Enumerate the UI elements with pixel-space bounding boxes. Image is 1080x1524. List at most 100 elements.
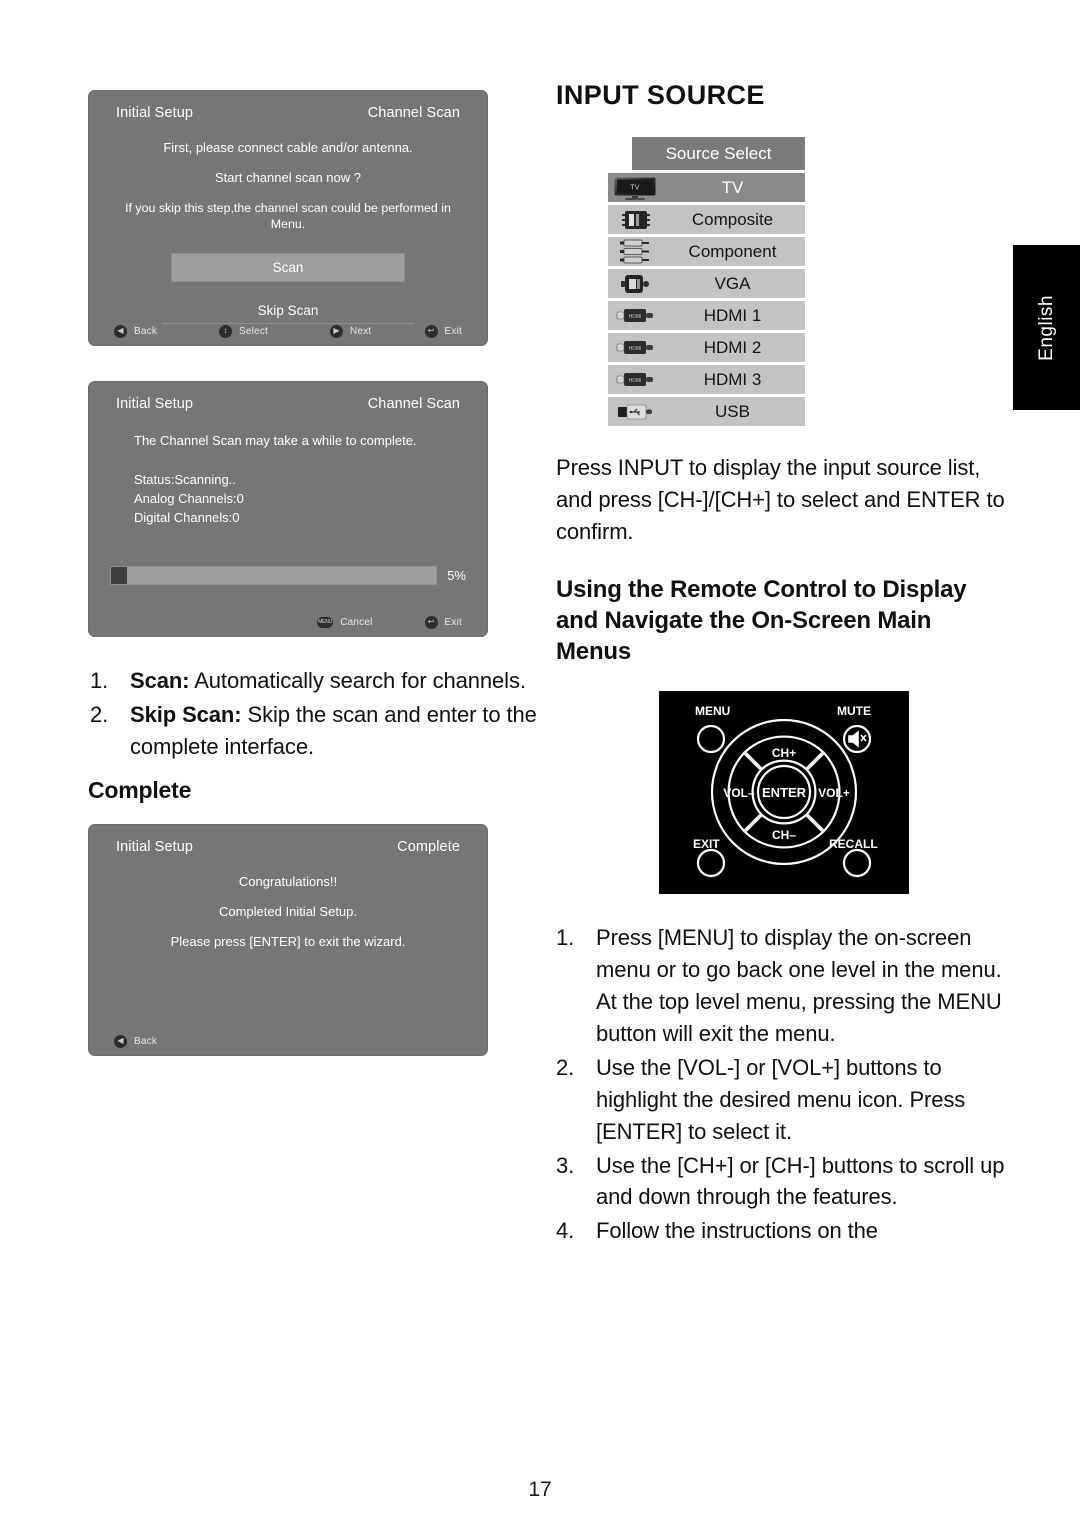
osd-header-right: Channel Scan — [367, 396, 460, 412]
hint-cancel[interactable]: MENU Cancel — [317, 616, 373, 628]
remote-steps-list: 1. Press [MENU] to display the on-screen… — [556, 922, 1011, 1247]
list-item: 1. Scan: Automatically search for channe… — [90, 665, 538, 697]
list-text: Scan: Automatically search for channels. — [130, 665, 538, 697]
hint-exit-label: Exit — [444, 325, 462, 337]
progress-fill — [111, 567, 128, 584]
remote-label-recall: RECALL — [829, 837, 878, 851]
source-item-label: Composite — [691, 209, 774, 229]
source-item-tv[interactable]: TV TV — [608, 173, 805, 203]
source-item-component[interactable]: Component — [608, 237, 805, 267]
list-number: 2. — [556, 1054, 575, 1080]
scan-status-block: Status:Scanning.. Analog Channels:0 Digi… — [110, 471, 466, 528]
osd-header: Initial Setup Complete — [88, 824, 488, 861]
source-item-label: HDMI 3 — [703, 369, 762, 389]
list-term: Scan: — [130, 668, 190, 693]
scan-button[interactable]: Scan — [171, 253, 405, 283]
status-line: Status:Scanning.. — [134, 471, 236, 487]
return-arrow-icon: ↩ — [424, 324, 438, 338]
list-number: 1. — [556, 925, 575, 951]
remote-label-mute: MUTE — [837, 704, 871, 718]
hint-cancel-label: Cancel — [340, 616, 373, 628]
remote-label-menu: MENU — [695, 704, 730, 718]
left-arrow-icon: ◀ — [114, 324, 127, 338]
hint-back[interactable]: ◀ Back — [114, 324, 158, 338]
source-item-label: TV — [721, 177, 744, 197]
hint-exit-label: Exit — [444, 616, 462, 628]
hdmi-connector-icon: HDMI — [608, 366, 664, 393]
hint-exit[interactable]: ↩ Exit — [424, 615, 462, 629]
source-select-header: Source Select — [632, 137, 805, 171]
source-item-label: HDMI 2 — [703, 337, 762, 357]
scan-notice: The Channel Scan may take a while to com… — [134, 433, 417, 448]
osd-header-left: Initial Setup — [116, 396, 194, 412]
list-number: 2. — [90, 701, 109, 727]
hint-select-label: Select — [239, 325, 269, 337]
source-item-label: VGA — [714, 273, 751, 293]
osd-footer-hints: MENU Cancel ↩ Exit — [88, 607, 488, 637]
list-text: Press [MENU] to display the on-screen me… — [596, 925, 1002, 1046]
list-number: 4. — [556, 1218, 575, 1244]
vga-connector-icon — [608, 270, 664, 297]
digital-channels-line: Digital Channels:0 — [134, 509, 240, 525]
source-item-composite[interactable]: Composite — [608, 205, 805, 235]
complete-line-2: Completed Initial Setup. — [218, 904, 358, 920]
osd-header-right: Channel Scan — [367, 105, 460, 121]
source-item-hdmi-1[interactable]: HDMI HDMI 1 — [608, 301, 805, 331]
osd-message-line-2: Start channel scan now ? — [215, 169, 361, 185]
osd-header-left: Initial Setup — [116, 839, 194, 856]
osd-header: Initial Setup Channel Scan — [88, 381, 488, 418]
list-item: 2. Skip Scan: Skip the scan and enter to… — [90, 699, 538, 763]
osd-dialog-channel-scan-prompt: Initial Setup Channel Scan First, please… — [88, 90, 488, 346]
list-number: 3. — [556, 1152, 575, 1178]
svg-text:HDMI: HDMI — [629, 314, 642, 320]
left-column: Initial Setup Channel Scan First, please… — [88, 90, 538, 1057]
list-item: 2. Use the [VOL-] or [VOL+] buttons to h… — [556, 1052, 1011, 1148]
hint-select[interactable]: ↕ Select — [219, 324, 269, 338]
osd-message-line-3: If you skip this step,the channel scan c… — [125, 200, 451, 231]
complete-line-1: Congratulations!! — [238, 874, 338, 890]
source-item-usb[interactable]: USB — [608, 397, 805, 427]
source-item-vga[interactable]: VGA — [608, 269, 805, 299]
osd-footer-hints: ◀ Back ↕ Select ▶ Next ↩ Exit — [88, 316, 488, 346]
hdmi-connector-icon: HDMI — [608, 302, 664, 329]
manual-page: Initial Setup Channel Scan First, please… — [0, 0, 1080, 1524]
osd-header-right: Complete — [397, 839, 460, 856]
source-select-menu: Source Select TV TV Composite Component … — [608, 137, 805, 427]
progress-bar: 5% — [88, 566, 488, 585]
hint-back[interactable]: ◀ Back — [114, 1034, 158, 1048]
list-text: Follow the instructions on the — [596, 1218, 878, 1244]
osd-header-left: Initial Setup — [116, 105, 194, 121]
hint-back-label: Back — [134, 325, 158, 337]
scan-options-list: 1. Scan: Automatically search for channe… — [88, 665, 538, 763]
osd-header: Initial Setup Channel Scan — [88, 90, 488, 127]
list-text: Use the [VOL-] or [VOL+] buttons to high… — [596, 1054, 966, 1144]
page-title: INPUT SOURCE — [556, 80, 765, 110]
section-heading: Using the Remote Control to Display and … — [556, 575, 967, 666]
osd-body: The Channel Scan may take a while to com… — [88, 432, 488, 527]
hint-back-label: Back — [134, 1035, 158, 1047]
list-item: 1. Press [MENU] to display the on-screen… — [556, 922, 1011, 1050]
list-text: Skip Scan: Skip the scan and enter to th… — [130, 699, 538, 763]
hint-next[interactable]: ▶ Next — [330, 324, 371, 338]
svg-text:HDMI: HDMI — [629, 378, 642, 384]
source-item-hdmi-3[interactable]: HDMI HDMI 3 — [608, 365, 805, 395]
remote-label-vol-up: VOL+ — [818, 786, 850, 800]
right-arrow-icon: ▶ — [330, 324, 344, 338]
language-tab-label: English — [1035, 294, 1057, 361]
remote-label-exit: EXIT — [693, 837, 720, 851]
list-text: Use the [CH+] or [CH-] buttons to scroll… — [596, 1152, 1005, 1210]
svg-text:HDMI: HDMI — [629, 346, 642, 352]
component-connector-icon — [608, 238, 664, 265]
up-down-arrow-icon: ↕ — [219, 324, 233, 338]
hdmi-connector-icon: HDMI — [608, 334, 664, 361]
hint-exit[interactable]: ↩ Exit — [424, 324, 462, 338]
list-term: Skip Scan: — [130, 701, 242, 727]
osd-dialog-scanning-progress: Initial Setup Channel Scan The Channel S… — [88, 381, 488, 637]
remote-label-ch-up: CH+ — [771, 746, 795, 760]
source-item-label: Component — [688, 241, 777, 261]
source-item-hdmi-2[interactable]: HDMI HDMI 2 — [608, 333, 805, 363]
page-number: 17 — [528, 1478, 552, 1501]
remote-label-vol-down: VOL– — [723, 786, 755, 800]
language-tab: English — [1013, 245, 1080, 410]
tv-icon: TV — [608, 174, 664, 201]
